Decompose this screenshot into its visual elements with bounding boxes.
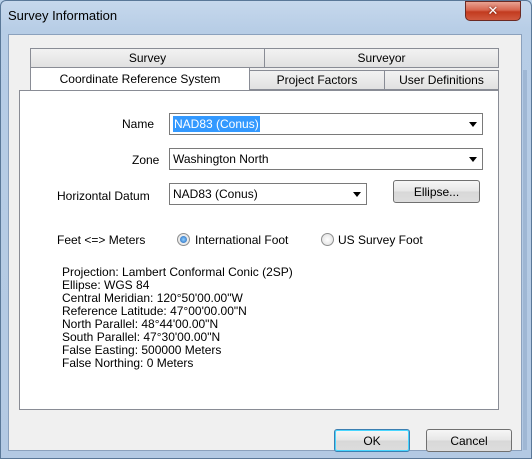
window-edge (523, 70, 527, 450)
close-button[interactable]: ✕ (465, 1, 521, 21)
tab-user-definitions-label: User Definitions (399, 73, 484, 87)
horizontal-datum-label: Horizontal Datum (57, 189, 150, 203)
horizontal-datum-combobox[interactable]: NAD83 (Conus) (169, 183, 367, 205)
tab-project-factors-label: Project Factors (276, 73, 358, 87)
us-survey-foot-radio[interactable] (321, 233, 334, 246)
info-line: Central Meridian: 120°50'00.00"W (62, 291, 243, 305)
international-foot-radio[interactable] (177, 233, 190, 246)
tab-crs-label: Coordinate Reference System (59, 72, 221, 86)
ok-button[interactable]: OK (334, 429, 410, 452)
zone-label: Zone (132, 153, 160, 167)
tab-user-definitions[interactable]: User Definitions (384, 70, 499, 90)
name-combobox[interactable]: NAD83 (Conus) (169, 113, 483, 135)
tab-survey-label: Survey (128, 51, 167, 65)
international-foot-label[interactable]: International Foot (195, 233, 288, 247)
name-label: Name (122, 117, 155, 131)
info-line: South Parallel: 47°30'00.00"N (62, 330, 221, 344)
horizontal-datum-value: NAD83 (Conus) (173, 187, 258, 201)
info-line: Projection: Lambert Conformal Conic (2SP… (62, 265, 293, 279)
name-value: NAD83 (Conus) (173, 116, 260, 132)
window-title: Survey Information (8, 8, 118, 23)
tab-coordinate-reference-system[interactable]: Coordinate Reference System (30, 67, 250, 90)
title-bar[interactable]: Survey Information ✕ (0, 0, 532, 34)
ellipse-button[interactable]: Ellipse... (393, 180, 480, 203)
info-line: Reference Latitude: 47°00'00.00"N (62, 304, 247, 318)
tab-surveyor[interactable]: Surveyor (264, 48, 499, 68)
zone-combobox[interactable]: Washington North (169, 148, 483, 170)
chevron-down-icon (353, 192, 361, 197)
units-label: Feet <=> Meters (57, 233, 146, 247)
info-line: Ellipse: WGS 84 (62, 278, 150, 292)
chevron-down-icon (469, 157, 477, 162)
tab-surveyor-label: Surveyor (357, 51, 406, 65)
tab-survey[interactable]: Survey (30, 48, 265, 68)
info-line: North Parallel: 48°44'00.00"N (62, 317, 219, 331)
cancel-button[interactable]: Cancel (426, 429, 512, 452)
chevron-down-icon (469, 122, 477, 127)
tab-project-factors[interactable]: Project Factors (249, 70, 385, 90)
close-icon: ✕ (487, 3, 499, 19)
zone-value: Washington North (173, 152, 269, 166)
us-survey-foot-label[interactable]: US Survey Foot (338, 233, 423, 247)
info-line: False Easting: 500000 Meters (62, 343, 222, 357)
info-line: False Northing: 0 Meters (62, 356, 194, 370)
